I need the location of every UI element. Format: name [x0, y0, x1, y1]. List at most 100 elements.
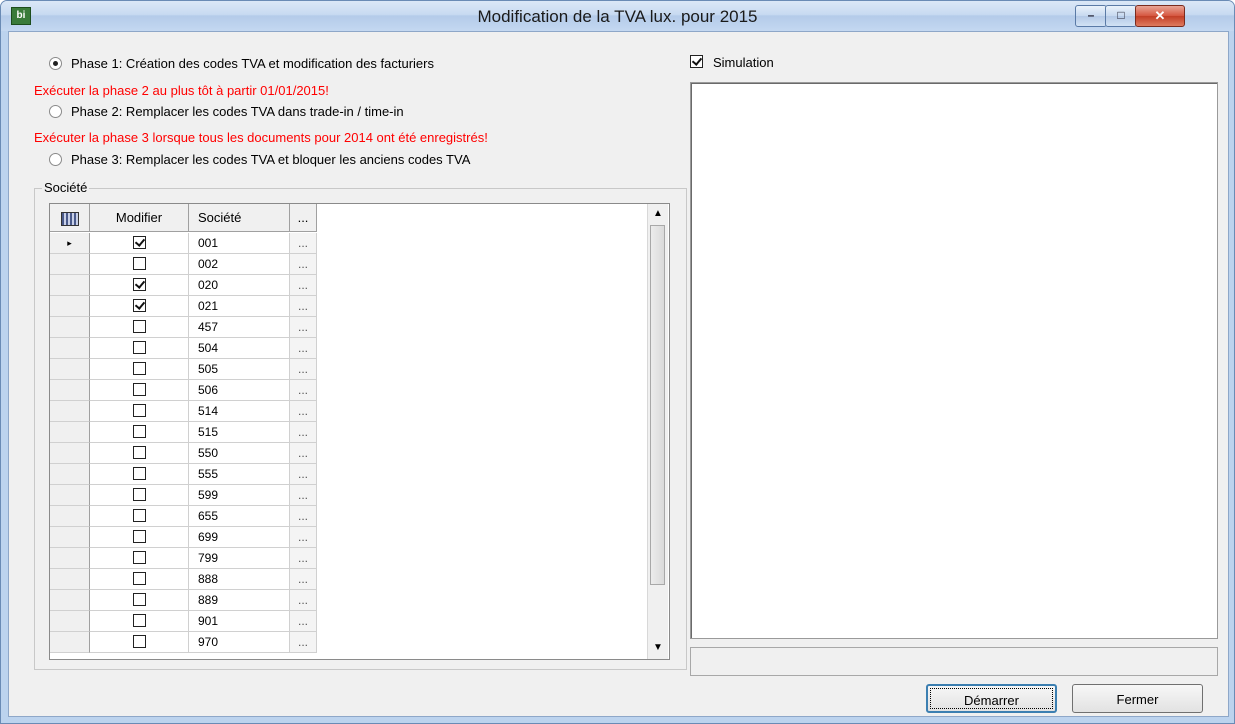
- modifier-checkbox[interactable]: [132, 404, 146, 418]
- row-more-button[interactable]: ...: [290, 233, 317, 254]
- modifier-checkbox[interactable]: [132, 530, 146, 544]
- phase2-radio-row[interactable]: Phase 2: Remplacer les codes TVA dans tr…: [49, 104, 404, 119]
- start-button[interactable]: Démarrer: [926, 684, 1057, 713]
- societe-code-cell[interactable]: 699: [189, 527, 290, 548]
- table-row[interactable]: 655...: [50, 506, 650, 527]
- table-row[interactable]: 514...: [50, 401, 650, 422]
- societe-code-cell[interactable]: 515: [189, 422, 290, 443]
- table-row[interactable]: 888...: [50, 569, 650, 590]
- modifier-checkbox[interactable]: [132, 635, 146, 649]
- societe-code-cell[interactable]: 799: [189, 548, 290, 569]
- table-row[interactable]: 555...: [50, 464, 650, 485]
- column-header-more[interactable]: ...: [290, 204, 317, 232]
- row-more-button[interactable]: ...: [290, 359, 317, 380]
- table-row[interactable]: 021...: [50, 296, 650, 317]
- row-selector[interactable]: [50, 506, 90, 527]
- row-selector[interactable]: [50, 338, 90, 359]
- modifier-cell[interactable]: [90, 569, 189, 590]
- phase1-radio[interactable]: [49, 57, 62, 70]
- modifier-checkbox[interactable]: [132, 572, 146, 586]
- table-row[interactable]: 002...: [50, 254, 650, 275]
- column-header-societe[interactable]: Société: [189, 204, 290, 232]
- societe-code-cell[interactable]: 002: [189, 254, 290, 275]
- table-row[interactable]: 506...: [50, 380, 650, 401]
- modifier-cell[interactable]: [90, 590, 189, 611]
- table-row[interactable]: 457...: [50, 317, 650, 338]
- modifier-checkbox[interactable]: [132, 299, 146, 313]
- scroll-thumb[interactable]: [650, 225, 665, 585]
- table-row[interactable]: 515...: [50, 422, 650, 443]
- row-selector[interactable]: [50, 527, 90, 548]
- row-more-button[interactable]: ...: [290, 611, 317, 632]
- table-row[interactable]: 799...: [50, 548, 650, 569]
- row-selector[interactable]: [50, 401, 90, 422]
- row-selector[interactable]: [50, 254, 90, 275]
- simulation-checkbox-row[interactable]: Simulation: [690, 55, 774, 70]
- modifier-checkbox[interactable]: [132, 236, 146, 250]
- row-selector[interactable]: [50, 443, 90, 464]
- table-row[interactable]: 699...: [50, 527, 650, 548]
- societe-code-cell[interactable]: 655: [189, 506, 290, 527]
- modifier-cell[interactable]: [90, 443, 189, 464]
- table-row[interactable]: 505...: [50, 359, 650, 380]
- phase3-radio[interactable]: [49, 153, 62, 166]
- modifier-cell[interactable]: [90, 527, 189, 548]
- societe-code-cell[interactable]: 001: [189, 233, 290, 254]
- row-selector[interactable]: [50, 632, 90, 653]
- table-row[interactable]: 889...: [50, 590, 650, 611]
- table-row[interactable]: 020...: [50, 275, 650, 296]
- grid-vertical-scrollbar[interactable]: ▲ ▼: [647, 204, 668, 659]
- row-more-button[interactable]: ...: [290, 317, 317, 338]
- row-more-button[interactable]: ...: [290, 632, 317, 653]
- table-row[interactable]: 504...: [50, 338, 650, 359]
- societe-code-cell[interactable]: 504: [189, 338, 290, 359]
- row-more-button[interactable]: ...: [290, 590, 317, 611]
- modifier-cell[interactable]: [90, 611, 189, 632]
- close-window-button[interactable]: ✕: [1135, 5, 1185, 27]
- societe-code-cell[interactable]: 599: [189, 485, 290, 506]
- modifier-checkbox[interactable]: [132, 488, 146, 502]
- table-row[interactable]: 550...: [50, 443, 650, 464]
- modifier-cell[interactable]: [90, 254, 189, 275]
- row-selector[interactable]: [50, 464, 90, 485]
- row-selector[interactable]: [50, 590, 90, 611]
- modifier-cell[interactable]: [90, 338, 189, 359]
- scroll-down-icon[interactable]: ▼: [649, 638, 667, 657]
- table-row[interactable]: ▸ 001...: [50, 233, 650, 254]
- modifier-checkbox[interactable]: [132, 320, 146, 334]
- societe-code-cell[interactable]: 901: [189, 611, 290, 632]
- societe-code-cell[interactable]: 506: [189, 380, 290, 401]
- row-more-button[interactable]: ...: [290, 338, 317, 359]
- modifier-checkbox[interactable]: [132, 446, 146, 460]
- column-header-modifier[interactable]: Modifier: [90, 204, 189, 232]
- row-selector[interactable]: [50, 422, 90, 443]
- log-output-area[interactable]: [690, 82, 1218, 639]
- modifier-cell[interactable]: [90, 506, 189, 527]
- row-selector[interactable]: [50, 275, 90, 296]
- modifier-checkbox[interactable]: [132, 551, 146, 565]
- row-more-button[interactable]: ...: [290, 422, 317, 443]
- simulation-checkbox[interactable]: [690, 55, 703, 68]
- modifier-checkbox[interactable]: [132, 509, 146, 523]
- phase3-radio-row[interactable]: Phase 3: Remplacer les codes TVA et bloq…: [49, 152, 470, 167]
- grid-corner[interactable]: [50, 204, 90, 232]
- modifier-cell[interactable]: [90, 632, 189, 653]
- phase1-radio-row[interactable]: Phase 1: Création des codes TVA et modif…: [49, 56, 434, 71]
- row-more-button[interactable]: ...: [290, 443, 317, 464]
- row-selector[interactable]: ▸: [50, 233, 90, 254]
- societe-code-cell[interactable]: 555: [189, 464, 290, 485]
- modifier-cell[interactable]: [90, 401, 189, 422]
- row-more-button[interactable]: ...: [290, 527, 317, 548]
- row-more-button[interactable]: ...: [290, 296, 317, 317]
- modifier-cell[interactable]: [90, 422, 189, 443]
- row-selector[interactable]: [50, 359, 90, 380]
- modifier-checkbox[interactable]: [132, 593, 146, 607]
- table-row[interactable]: 599...: [50, 485, 650, 506]
- modifier-checkbox[interactable]: [132, 614, 146, 628]
- row-more-button[interactable]: ...: [290, 569, 317, 590]
- modifier-checkbox[interactable]: [132, 257, 146, 271]
- row-more-button[interactable]: ...: [290, 464, 317, 485]
- modifier-checkbox[interactable]: [132, 362, 146, 376]
- modifier-cell[interactable]: [90, 233, 189, 254]
- table-row[interactable]: 970...: [50, 632, 650, 653]
